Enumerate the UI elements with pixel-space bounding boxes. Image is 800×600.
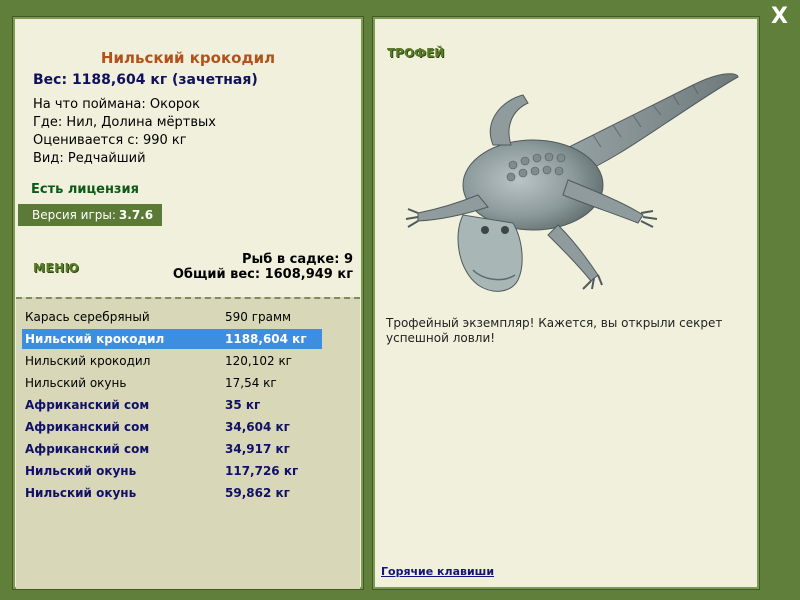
catch-fish-weight: 1188,604 кг [225, 332, 307, 346]
catch-fish-name: Нильский окунь [25, 464, 137, 478]
keepnet-count: Рыб в садке: 9 [241, 252, 353, 267]
catch-list[interactable]: Карась серебряный 590 грамм Нильский кроко… [16, 297, 360, 589]
keepnet-stats: Рыб в садке: 9 Общий вес: 1608,949 кг [173, 252, 353, 282]
catch-fish-name: Нильский крокодил [25, 332, 165, 346]
catch-fish-weight: 35 кг [225, 398, 261, 412]
menu-button[interactable]: МЕНЮ [33, 261, 79, 275]
catch-fish-weight: 59,862 кг [225, 486, 290, 500]
bait-info: На что поймана: Окорок [33, 97, 200, 112]
catch-row[interactable]: Африканский сом 35 кг [22, 395, 322, 415]
hotkeys-link[interactable]: Горячие клавиши [381, 565, 494, 578]
catch-fish-weight: 590 грамм [225, 310, 292, 324]
catch-fish-weight: 34,917 кг [225, 442, 290, 456]
version-bar: Версия игры: 3.7.6 [18, 204, 162, 226]
catch-fish-name: Нильский окунь [25, 376, 127, 390]
fish-title: Нильский крокодил [100, 49, 276, 67]
catch-row[interactable]: Нильский крокодил 1188,604 кг [22, 329, 322, 349]
location-info: Где: Нил, Долина мёртвых [33, 115, 216, 130]
catch-row[interactable]: Африканский сом 34,604 кг [22, 417, 322, 437]
catch-row[interactable]: Нильский окунь 117,726 кг [22, 461, 322, 481]
close-icon[interactable]: X [771, 4, 788, 29]
valued-info: Оценивается с: 990 кг [33, 133, 187, 148]
catch-fish-name: Нильский окунь [25, 486, 137, 500]
trophy-label: ТРОФЕЙ [387, 46, 445, 60]
catch-fish-name: Африканский сом [25, 420, 150, 434]
catch-fish-name: Карась серебряный [25, 310, 150, 324]
catch-fish-name: Африканский сом [25, 398, 150, 412]
version-value: 3.7.6 [118, 208, 154, 222]
license-status: Есть лицензия [31, 182, 139, 197]
catch-fish-weight: 117,726 кг [225, 464, 299, 478]
catch-fish-name: Нильский крокодил [25, 354, 151, 368]
catch-row[interactable]: Африканский сом 34,917 кг [22, 439, 322, 459]
trophy-description: Трофейный экземпляр! Кажется, вы открыли… [386, 316, 723, 345]
catch-row[interactable]: Нильский окунь 17,54 кг [22, 373, 322, 393]
keepnet-total: Общий вес: 1608,949 кг [172, 267, 353, 282]
kind-info: Вид: Редчайший [33, 151, 146, 166]
catch-row[interactable]: Нильский окунь 59,862 кг [22, 483, 322, 503]
catch-fish-weight: 34,604 кг [225, 420, 290, 434]
crocodile-image [405, 73, 739, 292]
fish-info-panel: Нильский крокодил Вес: 1188,604 кг (заче… [13, 17, 363, 589]
catch-row[interactable]: Нильский крокодил 120,102 кг [22, 351, 322, 371]
version-label: Версия игры: [32, 208, 116, 222]
fish-details: На что поймана: Окорок Где: Нил, Долина … [33, 96, 216, 168]
trophy-panel: ТРОФЕЙ Трофейный экземпляр! Кажется, вы … [373, 17, 759, 589]
fish-weight: Вес: 1188,604 кг (зачетная) [33, 72, 258, 88]
catch-fish-name: Африканский сом [25, 442, 150, 456]
catch-row[interactable]: Карась серебряный 590 грамм [22, 307, 322, 327]
catch-fish-weight: 120,102 кг [225, 354, 292, 368]
catch-fish-weight: 17,54 кг [225, 376, 277, 390]
